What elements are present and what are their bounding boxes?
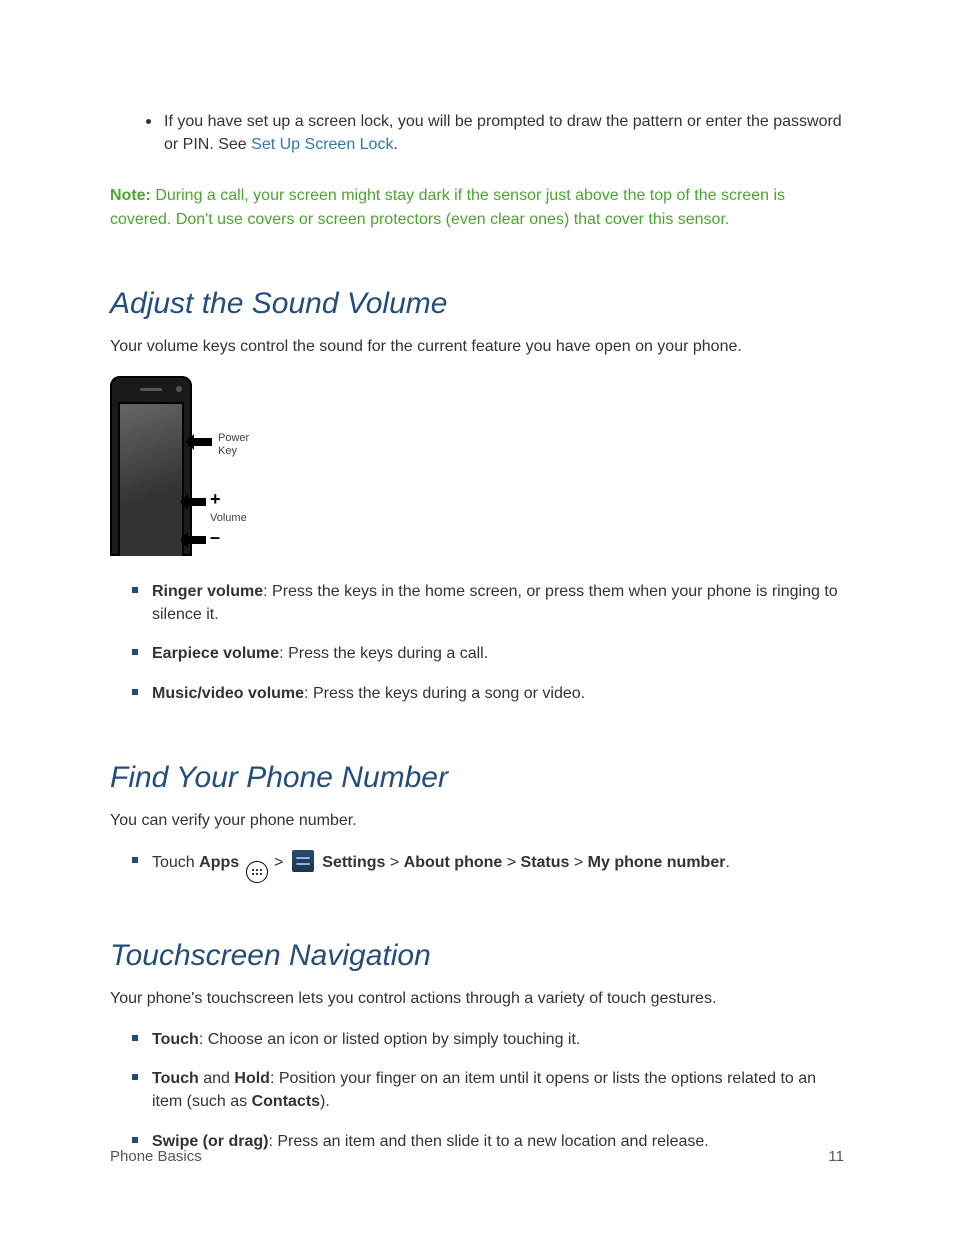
intro-bullet: If you have set up a screen lock, you wi… (146, 110, 844, 156)
plus-icon: + (210, 490, 221, 508)
apps-icon (246, 861, 268, 883)
text-earpiece: : Press the keys during a call. (279, 645, 488, 662)
term-music: Music/video volume (152, 685, 304, 702)
intro-text-suffix: . (393, 136, 397, 153)
step-touch: Touch (152, 854, 199, 871)
step-settings: Settings (322, 854, 385, 871)
step-apps: Apps (199, 854, 239, 871)
sep1: > (270, 854, 288, 871)
label-volume: Volume (210, 512, 247, 525)
footer: Phone Basics 11 (110, 1148, 844, 1165)
heading-volume: Adjust the Sound Volume (110, 287, 844, 321)
intro-list: If you have set up a screen lock, you wi… (146, 110, 844, 156)
term-ringer: Ringer volume (152, 583, 263, 600)
touchnav-item-touch: Touch: Choose an icon or listed option b… (132, 1028, 844, 1051)
heading-find-number: Find Your Phone Number (110, 761, 844, 795)
settings-icon (292, 850, 314, 872)
text-hold2: ). (320, 1093, 330, 1110)
volume-item-ringer: Ringer volume: Press the keys in the hom… (132, 580, 844, 626)
text-music: : Press the keys during a song or video. (304, 685, 585, 702)
arrow-volume-up (182, 498, 206, 506)
phone-diagram: Power Key + Volume – (110, 376, 246, 556)
phone-speaker (140, 388, 162, 391)
volume-list: Ringer volume: Press the keys in the hom… (132, 580, 844, 705)
term-hold: Hold (234, 1070, 270, 1087)
heading-touchnav: Touchscreen Navigation (110, 939, 844, 973)
term-contacts: Contacts (252, 1093, 320, 1110)
findnumber-step: Touch Apps > Settings > About phone > St… (132, 850, 844, 883)
text-touch: : Choose an icon or listed option by sim… (199, 1031, 581, 1048)
note-block: Note: During a call, your screen might s… (110, 184, 844, 230)
arrow-power (188, 438, 212, 446)
touchnav-item-hold: Touch and Hold: Position your finger on … (132, 1067, 844, 1113)
volume-intro: Your volume keys control the sound for t… (110, 335, 844, 358)
sep2: > (385, 854, 403, 871)
step-status: Status (521, 854, 570, 871)
volume-item-music: Music/video volume: Press the keys durin… (132, 682, 844, 705)
arrow-volume-down (182, 536, 206, 544)
term-earpiece: Earpiece volume (152, 645, 279, 662)
touchnav-intro: Your phone's touchscreen lets you contro… (110, 987, 844, 1010)
sep4: > (569, 854, 587, 871)
findnumber-intro: You can verify your phone number. (110, 809, 844, 832)
note-label: Note: (110, 187, 151, 204)
step-mynumber: My phone number (588, 854, 726, 871)
footer-section: Phone Basics (110, 1148, 202, 1165)
minus-icon: – (210, 528, 220, 546)
term-touch2: Touch (152, 1070, 199, 1087)
step-about: About phone (404, 854, 503, 871)
sep3: > (502, 854, 520, 871)
page: If you have set up a screen lock, you wi… (0, 0, 954, 1235)
phone-camera (176, 386, 182, 392)
step-period: . (725, 854, 729, 871)
link-setup-screen-lock[interactable]: Set Up Screen Lock (251, 136, 393, 153)
note-text: During a call, your screen might stay da… (110, 187, 785, 227)
phone-outline (110, 376, 192, 556)
term-touch: Touch (152, 1031, 199, 1048)
mid-and: and (199, 1070, 235, 1087)
volume-item-earpiece: Earpiece volume: Press the keys during a… (132, 642, 844, 665)
footer-page: 11 (828, 1148, 844, 1165)
label-power: Power Key (218, 432, 249, 458)
findnumber-list: Touch Apps > Settings > About phone > St… (132, 850, 844, 883)
touchnav-list: Touch: Choose an icon or listed option b… (132, 1028, 844, 1153)
